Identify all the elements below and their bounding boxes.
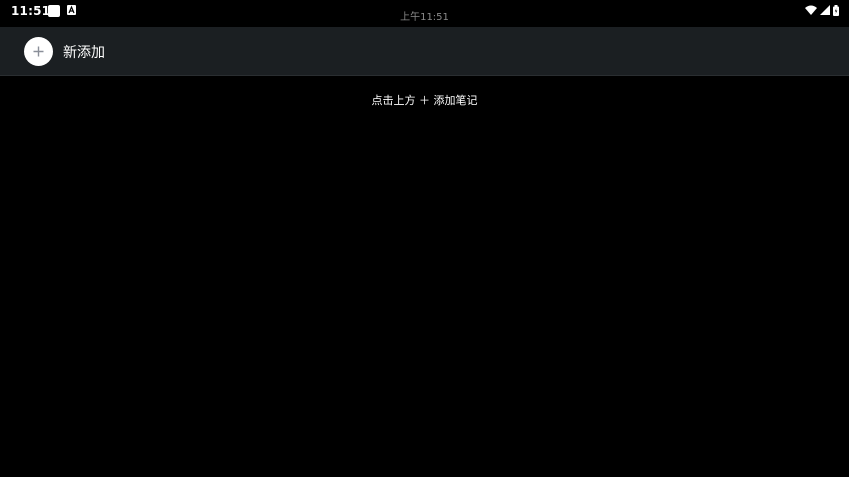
status-icons-right bbox=[805, 4, 839, 16]
add-button[interactable] bbox=[24, 37, 53, 66]
signal-icon bbox=[820, 5, 830, 15]
battery-icon bbox=[833, 4, 839, 16]
status-bar: 11:51 上午11:51 bbox=[0, 0, 849, 26]
add-label[interactable]: 新添加 bbox=[63, 42, 105, 62]
empty-hint: 点击上方 ＋ 添加笔记 bbox=[371, 94, 478, 107]
plus-icon bbox=[33, 46, 44, 57]
toolbar: 新添加 bbox=[0, 27, 849, 76]
status-center-time: 上午11:51 bbox=[400, 12, 449, 23]
wifi-icon bbox=[805, 5, 817, 15]
